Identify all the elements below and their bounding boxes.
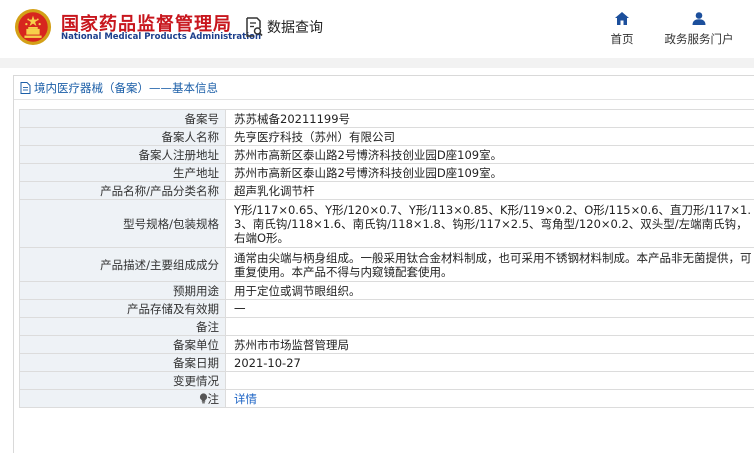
field-value: 2021-10-27 — [225, 353, 754, 372]
home-icon — [615, 12, 629, 25]
brand-subtitle: National Medical Products Administration — [61, 32, 262, 42]
field-value: 通常由尖端与柄身组成。一般采用钛合金材料制成，也可采用不锈钢材料制成。本产品非无… — [225, 247, 754, 282]
table-row: 型号规格/包装规格 Y形/117×0.65、Y形/120×0.7、Y形/113×… — [19, 199, 754, 248]
site-header: 国家药品监督管理局 National Medical Products Admi… — [0, 0, 754, 58]
field-label: 型号规格/包装规格 — [19, 199, 226, 248]
panel-title-bar: 境内医疗器械（备案）——基本信息 — [14, 76, 754, 100]
table-row: 变更情况 — [19, 371, 754, 390]
data-query-link[interactable]: 数据查询 — [245, 16, 323, 38]
table-row: 备案日期 2021-10-27 — [19, 353, 754, 372]
document-icon — [20, 81, 31, 94]
field-label: 变更情况 — [19, 371, 226, 390]
panel-title: 境内医疗器械（备案）——基本信息 — [34, 80, 218, 95]
field-label: 备案日期 — [19, 353, 226, 372]
nav-gov-label: 政务服务门户 — [664, 32, 734, 46]
detail-panel: 境内医疗器械（备案）——基本信息 备案号 苏苏械备20211199号 备案人名称… — [13, 75, 754, 453]
table-row: 生产地址 苏州市高新区泰山路2号博济科技创业园D座109室。 — [19, 163, 754, 182]
nav-home-label: 首页 — [610, 32, 634, 46]
field-label: 产品描述/主要组成成分 — [19, 247, 226, 282]
table-row: 产品存储及有效期 一 — [19, 299, 754, 318]
table-row: 预期用途 用于定位或调节眼组织。 — [19, 281, 754, 300]
field-label: 备案人名称 — [19, 127, 226, 146]
field-value: 一 — [225, 299, 754, 318]
field-value: 苏苏械备20211199号 — [225, 109, 754, 128]
table-row: 备注 — [19, 317, 754, 336]
table-row: 备案号 苏苏械备20211199号 — [19, 109, 754, 128]
field-label: 备案号 — [19, 109, 226, 128]
field-label: 备注 — [19, 317, 226, 336]
field-label: 注 — [207, 391, 220, 406]
field-label: 备案单位 — [19, 335, 226, 354]
lightbulb-icon — [199, 392, 207, 403]
field-value: 苏州市高新区泰山路2号博济科技创业园D座109室。 — [225, 145, 754, 164]
field-value — [225, 371, 754, 390]
field-label: 预期用途 — [19, 281, 226, 300]
field-label: 生产地址 — [19, 163, 226, 182]
table-row: 备案人名称 先亨医疗科技（苏州）有限公司 — [19, 127, 754, 146]
table-row: 产品描述/主要组成成分 通常由尖端与柄身组成。一般采用钛合金材料制成，也可采用不… — [19, 247, 754, 282]
note-label-cell: 注 — [19, 389, 226, 408]
table-row: 备案人注册地址 苏州市高新区泰山路2号博济科技创业园D座109室。 — [19, 145, 754, 164]
table-row: 注 详情 — [19, 389, 754, 408]
field-label: 产品存储及有效期 — [19, 299, 226, 318]
details-link[interactable]: 详情 — [234, 392, 257, 406]
nav-gov-portal[interactable]: 政务服务门户 — [656, 12, 742, 47]
detail-table: 备案号 苏苏械备20211199号 备案人名称 先亨医疗科技（苏州）有限公司 备… — [19, 109, 754, 408]
table-row: 备案单位 苏州市市场监督管理局 — [19, 335, 754, 354]
data-query-label: 数据查询 — [267, 20, 323, 36]
nav-home[interactable]: 首页 — [605, 12, 639, 47]
field-value: 用于定位或调节眼组织。 — [225, 281, 754, 300]
field-value: 超声乳化调节杆 — [225, 181, 754, 200]
document-search-icon — [246, 17, 263, 37]
field-value — [225, 317, 754, 336]
national-emblem-icon — [14, 8, 52, 46]
field-label: 备案人注册地址 — [19, 145, 226, 164]
field-label: 产品名称/产品分类名称 — [19, 181, 226, 200]
field-value: 苏州市市场监督管理局 — [225, 335, 754, 354]
user-icon — [692, 12, 706, 25]
header-divider — [0, 58, 754, 68]
field-value: Y形/117×0.65、Y形/120×0.7、Y形/113×0.85、K形/11… — [225, 199, 754, 248]
field-value: 苏州市高新区泰山路2号博济科技创业园D座109室。 — [225, 163, 754, 182]
table-row: 产品名称/产品分类名称 超声乳化调节杆 — [19, 181, 754, 200]
field-value: 先亨医疗科技（苏州）有限公司 — [225, 127, 754, 146]
